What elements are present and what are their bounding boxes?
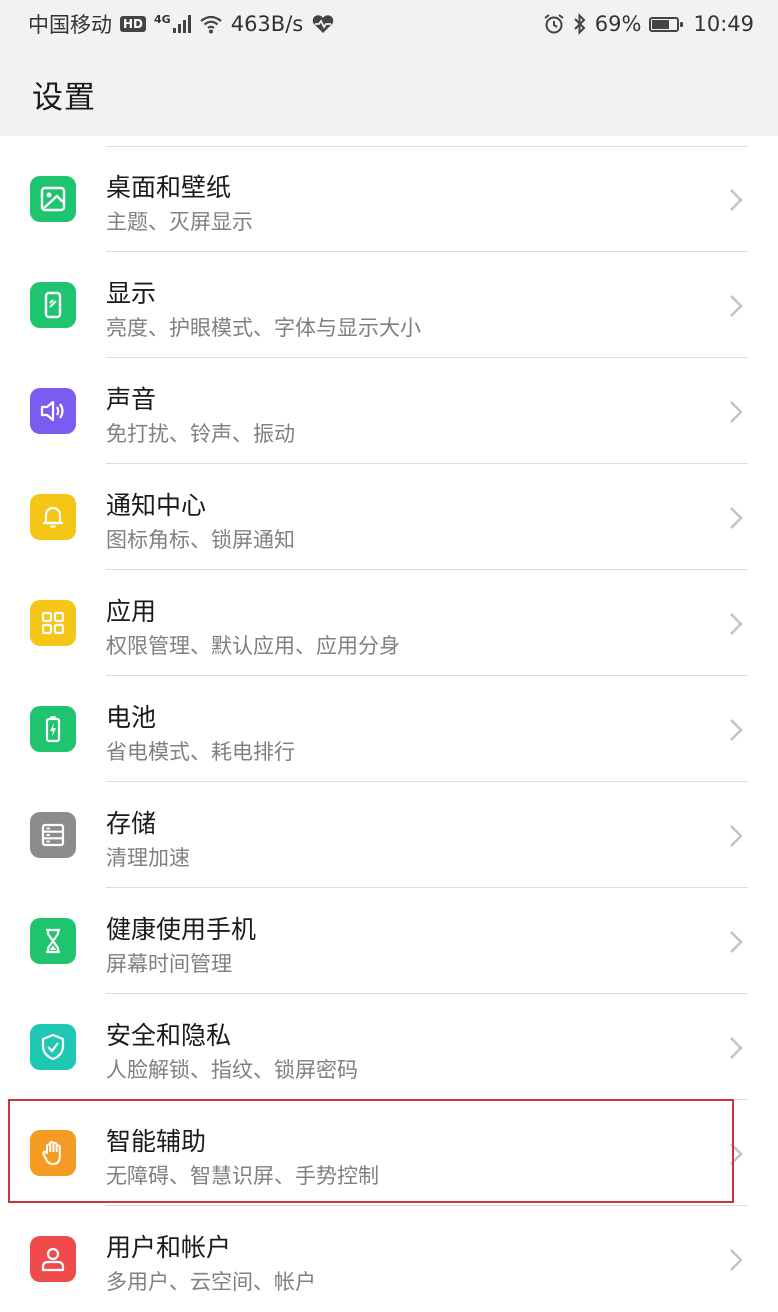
settings-item-title: 安全和隐私 xyxy=(106,1021,232,1050)
settings-item-subtitle: 省电模式、耗电排行 xyxy=(106,740,295,764)
settings-item-security-privacy[interactable]: 安全和隐私 人脸解锁、指纹、锁屏密码 xyxy=(0,994,778,1100)
settings-item-title: 声音 xyxy=(106,385,157,414)
settings-item-subtitle: 免打扰、铃声、振动 xyxy=(106,422,295,446)
wallpaper-icon xyxy=(30,176,76,222)
bluetooth-icon xyxy=(574,13,586,35)
chevron-right-icon xyxy=(730,1037,743,1059)
settings-item-display[interactable]: 显示 亮度、护眼模式、字体与显示大小 xyxy=(0,252,778,358)
hd-badge: HD xyxy=(120,16,147,32)
settings-item-sound[interactable]: 声音 免打扰、铃声、振动 xyxy=(0,358,778,464)
clock-time: 10:49 xyxy=(693,12,754,36)
settings-item-subtitle: 无障碍、智慧识屏、手势控制 xyxy=(106,1164,379,1188)
settings-item-subtitle: 屏幕时间管理 xyxy=(106,952,232,976)
storage-icon xyxy=(30,812,76,858)
settings-item-title: 存储 xyxy=(106,809,157,838)
chevron-right-icon xyxy=(730,1249,743,1271)
settings-item-title: 用户和帐户 xyxy=(106,1233,232,1262)
settings-item-title: 电池 xyxy=(106,703,157,732)
settings-item-smart-assistance[interactable]: 智能辅助 无障碍、智慧识屏、手势控制 xyxy=(0,1100,778,1206)
heart-icon xyxy=(312,15,334,33)
settings-item-title: 健康使用手机 xyxy=(106,915,257,944)
network-type: 4G xyxy=(154,12,171,26)
bell-icon xyxy=(30,494,76,540)
settings-item-title: 智能辅助 xyxy=(106,1127,207,1156)
status-bar-left: 中国移动 HD 4G 463B/s xyxy=(28,9,335,39)
page-title: 设置 xyxy=(32,80,96,116)
settings-item-title: 桌面和壁纸 xyxy=(106,173,232,202)
battery-percent: 69% xyxy=(594,12,642,36)
shield-check-icon xyxy=(30,1024,76,1070)
chevron-right-icon xyxy=(730,931,743,953)
signal-icon xyxy=(172,15,191,33)
battery-bolt-icon xyxy=(30,706,76,752)
settings-item-storage[interactable]: 存储 清理加速 xyxy=(0,782,778,888)
settings-item-subtitle: 清理加速 xyxy=(106,846,190,870)
hourglass-icon xyxy=(30,918,76,964)
settings-item-subtitle: 主题、灭屏显示 xyxy=(106,210,253,234)
chevron-right-icon xyxy=(730,1143,743,1165)
settings-item-notifications[interactable]: 通知中心 图标角标、锁屏通知 xyxy=(0,464,778,570)
chevron-right-icon xyxy=(730,507,743,529)
net-speed: 463B/s xyxy=(230,12,304,36)
settings-item-apps[interactable]: 应用 权限管理、默认应用、应用分身 xyxy=(0,570,778,676)
settings-item-subtitle: 权限管理、默认应用、应用分身 xyxy=(106,634,400,658)
settings-item-subtitle: 多用户、云空间、帐户 xyxy=(106,1270,316,1294)
settings-item-subtitle: 人脸解锁、指纹、锁屏密码 xyxy=(106,1058,358,1082)
display-icon xyxy=(30,282,76,328)
settings-item-title: 应用 xyxy=(106,597,157,626)
chevron-right-icon xyxy=(730,613,743,635)
hand-icon xyxy=(30,1130,76,1176)
carrier-name: 中国移动 xyxy=(28,13,112,37)
alarm-icon xyxy=(544,14,564,34)
status-bar: 中国移动 HD 4G 463B/s 69% 10:49 xyxy=(0,0,778,48)
status-bar-right: 69% 10:49 xyxy=(543,12,754,36)
apps-grid-icon xyxy=(30,600,76,646)
settings-item-title: 通知中心 xyxy=(106,491,207,520)
chevron-right-icon xyxy=(730,189,743,211)
wifi-icon xyxy=(200,15,222,34)
settings-item-subtitle: 亮度、护眼模式、字体与显示大小 xyxy=(106,316,421,340)
chevron-right-icon xyxy=(730,825,743,847)
chevron-right-icon xyxy=(730,295,743,317)
header: 设置 xyxy=(0,48,778,136)
speaker-icon xyxy=(30,388,76,434)
chevron-right-icon xyxy=(730,719,743,741)
settings-item-wallpaper[interactable]: 桌面和壁纸 主题、灭屏显示 xyxy=(0,146,778,252)
chevron-right-icon xyxy=(730,401,743,423)
settings-item-battery[interactable]: 电池 省电模式、耗电排行 xyxy=(0,676,778,782)
settings-item-digital-balance[interactable]: 健康使用手机 屏幕时间管理 xyxy=(0,888,778,994)
settings-item-users-accounts[interactable]: 用户和帐户 多用户、云空间、帐户 xyxy=(0,1206,778,1312)
user-icon xyxy=(30,1236,76,1282)
settings-item-title: 显示 xyxy=(106,279,157,308)
settings-list: 桌面和壁纸 主题、灭屏显示 显示 亮度、护眼模式、字体与显示大小 声音 免打扰、… xyxy=(0,146,778,1312)
battery-icon xyxy=(649,16,684,32)
settings-item-subtitle: 图标角标、锁屏通知 xyxy=(106,528,295,552)
